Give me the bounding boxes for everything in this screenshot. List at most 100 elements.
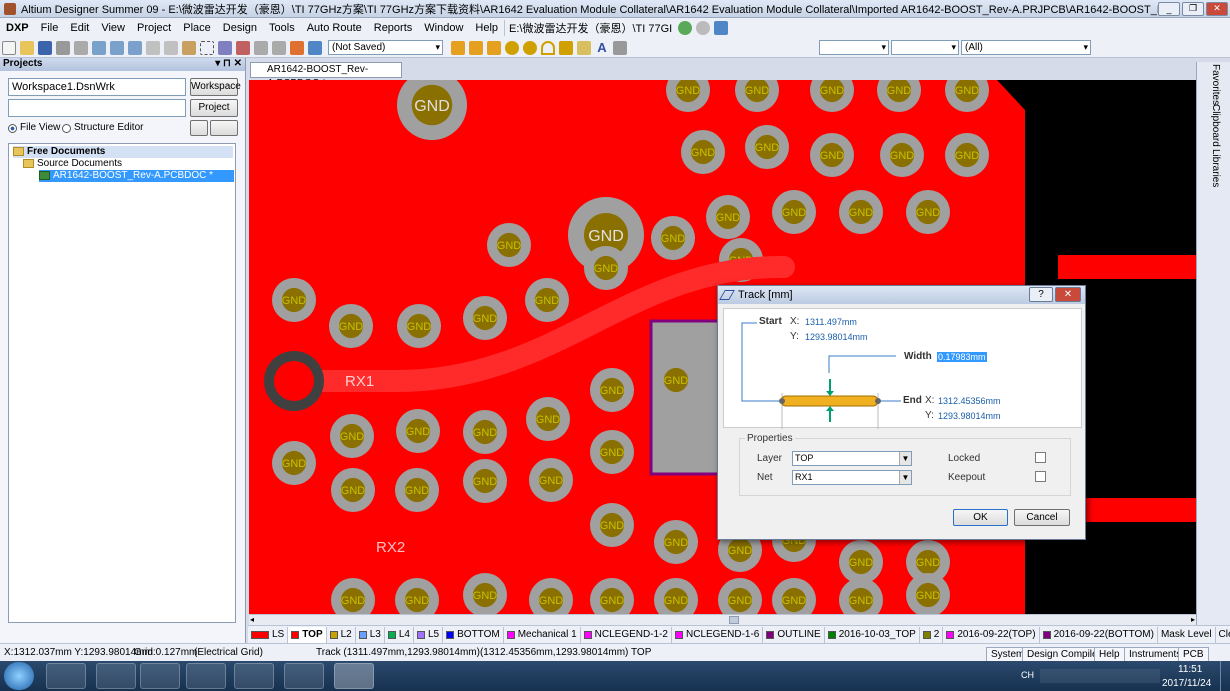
taskbar-excel-icon[interactable]: [284, 663, 324, 689]
via-icon[interactable]: [505, 40, 519, 55]
layer-tab[interactable]: Mechanical 1: [504, 626, 581, 643]
project-button[interactable]: Project: [190, 99, 238, 117]
instruments-button[interactable]: Instruments: [1124, 647, 1187, 662]
route-icon[interactable]: [451, 40, 465, 55]
menu-reports[interactable]: Reports: [368, 22, 419, 34]
layer-tab[interactable]: BOTTOM: [443, 626, 504, 643]
locked-checkbox[interactable]: [1035, 452, 1046, 463]
tree-node-free-documents[interactable]: Free Documents: [13, 146, 233, 158]
forward-icon[interactable]: [696, 21, 711, 35]
help-icon[interactable]: [308, 40, 322, 55]
layer-tab[interactable]: 2016-09-22(BOTTOM): [1040, 626, 1158, 643]
dialog-help-button[interactable]: ?: [1029, 287, 1053, 302]
end-x-value[interactable]: 1312.45356mm: [938, 396, 1001, 406]
project-options-button[interactable]: [190, 120, 208, 136]
file-view-radio[interactable]: [8, 124, 17, 133]
polygon-icon[interactable]: [577, 40, 591, 55]
taskbar-outlook-icon[interactable]: [234, 663, 274, 689]
layer-tab[interactable]: L4: [385, 626, 414, 643]
variant-select[interactable]: (Not Saved): [328, 40, 443, 55]
taskbar-ie-icon[interactable]: [46, 663, 86, 689]
back-icon[interactable]: [678, 21, 693, 35]
dialog-close-button[interactable]: ✕: [1055, 287, 1081, 302]
minimize-button[interactable]: _: [1158, 1, 1180, 16]
print-icon[interactable]: [56, 40, 70, 55]
layer-tab[interactable]: TOP: [288, 626, 327, 643]
cancel-button[interactable]: Cancel: [1014, 509, 1070, 526]
menu-project[interactable]: Project: [131, 22, 177, 34]
move-icon[interactable]: [218, 40, 232, 55]
menu-view[interactable]: View: [95, 22, 131, 34]
horizontal-scrollbar[interactable]: ◂ ▸: [249, 614, 1196, 625]
layer-tab[interactable]: NCLEGEND-1-2: [581, 626, 672, 643]
taskbar-pdf-icon[interactable]: [186, 663, 226, 689]
structure-editor-radio[interactable]: [62, 124, 71, 133]
help-panel-button[interactable]: Help: [1094, 647, 1125, 662]
zoom-area-icon[interactable]: [128, 40, 142, 55]
menu-place[interactable]: Place: [177, 22, 217, 34]
end-y-value[interactable]: 1293.98014mm: [938, 411, 1001, 421]
scroll-left-icon[interactable]: ◂: [250, 615, 254, 624]
menu-edit[interactable]: Edit: [64, 22, 95, 34]
menu-file[interactable]: File: [35, 22, 65, 34]
pad-icon[interactable]: [523, 40, 537, 55]
print-preview-icon[interactable]: [74, 40, 88, 55]
panel-close-icon[interactable]: ▾ ⊓ ✕: [215, 58, 242, 69]
layer-tab[interactable]: L3: [356, 626, 385, 643]
maximize-button[interactable]: ❐: [1182, 1, 1204, 16]
taskbar-altium-icon[interactable]: [334, 663, 374, 689]
ok-button[interactable]: OK: [953, 509, 1008, 526]
arc-icon[interactable]: [541, 40, 555, 55]
clock-time[interactable]: 11:51: [1178, 664, 1202, 675]
start-y-value[interactable]: 1293.98014mm: [805, 332, 868, 342]
mask-level-button[interactable]: Mask Level: [1158, 626, 1216, 643]
project-select[interactable]: [8, 99, 186, 117]
close-window-button[interactable]: ✕: [1206, 1, 1228, 16]
navigation-path[interactable]: E:\微波雷达开发（豪恩）\TI 77GI: [504, 20, 676, 36]
new-icon[interactable]: [2, 40, 16, 55]
clock-date[interactable]: 2017/11/24: [1162, 678, 1211, 689]
layer-tab[interactable]: L2: [327, 626, 356, 643]
menu-window[interactable]: Window: [418, 22, 469, 34]
menu-auto-route[interactable]: Auto Route: [301, 22, 368, 34]
layer-set-select[interactable]: [819, 40, 889, 55]
copy-icon[interactable]: [164, 40, 178, 55]
scroll-right-icon[interactable]: ▸: [1191, 615, 1195, 624]
menu-dxp[interactable]: DXP: [0, 22, 35, 34]
start-button[interactable]: [4, 662, 34, 690]
deselect-icon[interactable]: [236, 40, 250, 55]
chevron-down-icon[interactable]: ▼: [899, 452, 911, 465]
diff-pair-icon[interactable]: [487, 40, 501, 55]
undo-icon[interactable]: [254, 40, 268, 55]
pcb-panel-button[interactable]: PCB: [1178, 647, 1209, 662]
clear-button[interactable]: Clear: [1216, 627, 1230, 643]
class-select[interactable]: [891, 40, 959, 55]
taskbar-explorer-icon[interactable]: [96, 663, 136, 689]
show-desktop-button[interactable]: [1220, 661, 1230, 691]
project-menu-button[interactable]: [210, 120, 238, 136]
open-icon[interactable]: [20, 40, 34, 55]
redo-icon[interactable]: [272, 40, 286, 55]
workspace-button[interactable]: Workspace: [190, 78, 241, 96]
interactive-route-icon[interactable]: [469, 40, 483, 55]
save-icon[interactable]: [38, 40, 52, 55]
menu-tools[interactable]: Tools: [263, 22, 301, 34]
layer-select[interactable]: TOP ▼: [792, 451, 912, 466]
component-icon[interactable]: [613, 40, 627, 55]
layer-tab[interactable]: NCLEGEND-1-6: [672, 626, 764, 643]
menu-design[interactable]: Design: [217, 22, 263, 34]
layer-tab[interactable]: L5: [414, 626, 444, 643]
filter-select[interactable]: (All): [961, 40, 1091, 55]
keepout-checkbox[interactable]: [1035, 471, 1046, 482]
net-select[interactable]: RX1 ▼: [792, 470, 912, 485]
document-tab[interactable]: AR1642-BOOST_Rev-A.PCBDOC *: [250, 62, 402, 89]
home-icon[interactable]: [714, 21, 729, 35]
text-icon[interactable]: A: [595, 40, 609, 55]
taskbar-calculator-icon[interactable]: [140, 663, 180, 689]
menu-help[interactable]: Help: [469, 22, 504, 34]
libraries-tab[interactable]: Libraries: [1210, 149, 1221, 187]
layer-tab[interactable]: 2: [920, 626, 944, 643]
zoom-icon[interactable]: [92, 40, 106, 55]
cut-icon[interactable]: [146, 40, 160, 55]
layer-tab[interactable]: LS: [248, 626, 289, 643]
